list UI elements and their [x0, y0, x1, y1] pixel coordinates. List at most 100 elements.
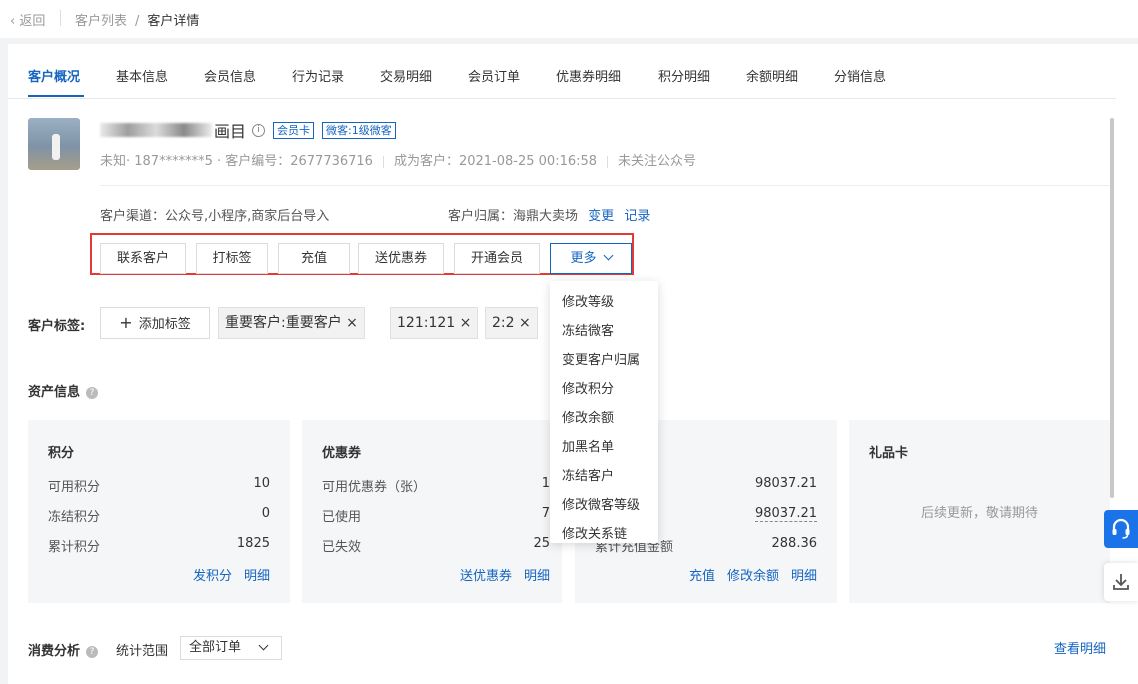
chevron-left-icon: ‹: [10, 14, 16, 29]
range-value: 全部订单: [189, 640, 242, 655]
add-tag-button[interactable]: + 添加标签: [100, 307, 210, 339]
send-coupon-button[interactable]: 送优惠券: [358, 243, 444, 274]
send-coupon-link[interactable]: 送优惠券: [460, 569, 512, 584]
add-tag-action-button[interactable]: 打标签: [196, 243, 268, 274]
tab-distribution[interactable]: 分销信息: [834, 66, 886, 85]
view-detail-link[interactable]: 查看明细: [1054, 638, 1106, 657]
tag-chip: 121:121 ×: [390, 307, 479, 339]
coupons-label: 已失效: [322, 540, 362, 555]
menu-item-blacklist[interactable]: 加黑名单: [562, 436, 614, 455]
tab-bar: 客户概况 基本信息 会员信息 行为记录 交易明细 会员订单 优惠券明细 积分明细…: [8, 44, 1116, 99]
divider: [60, 10, 61, 26]
balance-detail-link[interactable]: 明细: [791, 569, 817, 584]
breadcrumb-customer-list[interactable]: 客户列表: [75, 14, 127, 29]
back-button[interactable]: ‹ 返回: [10, 10, 45, 29]
customer-meta: 未知· 187*******5 · 客户编号：2677736716 成为客户：20…: [100, 150, 696, 169]
points-value: 1825: [236, 536, 270, 551]
customer-owner: 客户归属：海鼎大卖场 变更 记录: [448, 205, 650, 224]
change-owner-link[interactable]: 变更: [588, 209, 614, 224]
tab-points-detail[interactable]: 积分明细: [658, 66, 710, 85]
modify-balance-link[interactable]: 修改余额: [727, 569, 779, 584]
info-icon[interactable]: i: [252, 123, 266, 137]
tab-overview[interactable]: 客户概况: [28, 66, 80, 85]
tags-label: 客户标签:: [28, 319, 86, 334]
follow-status: 未关注公众号: [618, 154, 697, 169]
top-bar: ‹ 返回 客户列表 / 客户详情: [0, 0, 1138, 38]
menu-item-modify-balance[interactable]: 修改余额: [562, 407, 614, 426]
tab-transactions[interactable]: 交易明细: [380, 66, 432, 85]
menu-item-modify-relation[interactable]: 修改关系链: [562, 523, 627, 542]
contact-customer-button[interactable]: 联系客户: [100, 243, 186, 274]
headset-icon: [1112, 518, 1130, 539]
recharge-link[interactable]: 充值: [689, 569, 715, 584]
help-icon[interactable]: ?: [86, 387, 99, 399]
tab-basic-info[interactable]: 基本信息: [116, 66, 168, 85]
coupons-value: 1: [541, 476, 550, 491]
chevron-down-icon: [258, 640, 269, 651]
help-icon[interactable]: ?: [86, 646, 99, 658]
main-card: 客户概况 基本信息 会员信息 行为记录 交易明细 会员订单 优惠券明细 积分明细…: [8, 44, 1138, 684]
tab-member-info[interactable]: 会员信息: [204, 66, 256, 85]
points-value: 0: [261, 506, 270, 521]
coupons-detail-link[interactable]: 明细: [524, 569, 550, 584]
coupons-value: 7: [541, 506, 550, 521]
points-label: 可用积分: [48, 480, 101, 495]
tab-member-orders[interactable]: 会员订单: [468, 66, 520, 85]
points-links: 发积分 明细: [181, 565, 270, 584]
tag-chip: 重要客户:重要客户 ×: [218, 307, 365, 339]
menu-item-freeze-customer[interactable]: 冻结客户: [562, 465, 614, 484]
menu-item-modify-points[interactable]: 修改积分: [562, 378, 614, 397]
open-membership-button[interactable]: 开通会员: [454, 243, 540, 274]
member-card-badge: 会员卡: [273, 121, 315, 139]
issue-points-link[interactable]: 发积分: [193, 569, 232, 584]
giftcard-title: 礼品卡: [869, 446, 909, 461]
scrollbar[interactable]: [1110, 118, 1114, 498]
download-icon: [1113, 574, 1129, 590]
points-label: 冻结积分: [48, 510, 101, 525]
download-button[interactable]: [1104, 563, 1138, 601]
recharge-button[interactable]: 充值: [278, 243, 350, 274]
close-icon[interactable]: ×: [519, 315, 531, 331]
customer-service-button[interactable]: [1104, 510, 1138, 548]
customer-channel: 客户渠道：公众号,小程序,商家后台导入: [100, 209, 330, 224]
close-icon[interactable]: ×: [460, 315, 472, 331]
more-dropdown: 修改等级 冻结微客 变更客户归属 修改积分 修改余额 加黑名单 冻结客户 修改微…: [550, 281, 658, 543]
customer-name-row: 画目 i 会员卡 微客:1级微客: [100, 120, 396, 141]
tab-active-indicator: [28, 95, 84, 97]
name-blurred: [100, 123, 212, 137]
giftcard-empty-text: 后续更新，敬请期待: [920, 506, 1038, 521]
chevron-down-icon: [603, 250, 613, 261]
tag-text: 121:121: [397, 315, 456, 331]
owner-label: 客户归属：海鼎大卖场: [448, 209, 579, 224]
range-select[interactable]: 全部订单: [180, 636, 282, 660]
coupons-links: 送优惠券 明细: [448, 565, 550, 584]
add-tag-label: 添加标签: [138, 317, 191, 332]
customer-id-info: 未知· 187*******5 · 客户编号：2677736716: [100, 154, 373, 169]
menu-item-freeze-micro[interactable]: 冻结微客: [562, 320, 614, 339]
balance-value: 98037.21: [754, 476, 817, 491]
micro-customer-badge: 微客:1级微客: [322, 121, 396, 139]
coupons-label: 已使用: [322, 510, 362, 525]
close-icon[interactable]: ×: [346, 315, 358, 331]
menu-item-modify-micro-level[interactable]: 修改微客等级: [562, 494, 640, 513]
coupons-panel: 优惠券 可用优惠券（张） 1 已使用 7 已失效 25 送优惠券 明细: [302, 420, 562, 603]
points-value: 10: [253, 476, 270, 491]
tab-balance-detail[interactable]: 余额明细: [746, 66, 798, 85]
avatar: [28, 118, 80, 170]
plus-icon: +: [119, 313, 133, 332]
menu-item-modify-level[interactable]: 修改等级: [562, 291, 614, 310]
coupons-value: 25: [533, 536, 550, 551]
giftcard-panel: 礼品卡 后续更新，敬请期待: [849, 420, 1110, 603]
more-label: 更多: [570, 251, 597, 266]
tab-coupon-detail[interactable]: 优惠券明细: [556, 66, 621, 85]
owner-record-link[interactable]: 记录: [624, 209, 650, 224]
points-detail-link[interactable]: 明细: [244, 569, 270, 584]
tab-behavior[interactable]: 行为记录: [292, 66, 344, 85]
tag-chip: 2:2 ×: [485, 307, 538, 339]
coupons-label: 可用优惠券（张）: [322, 480, 427, 495]
menu-item-change-owner[interactable]: 变更客户归属: [562, 349, 640, 368]
customer-since: 成为客户：2021-08-25 00:16:58: [393, 154, 598, 169]
tag-text: 2:2: [492, 315, 515, 331]
more-button[interactable]: 更多: [550, 243, 632, 274]
coupons-title: 优惠券: [322, 446, 362, 461]
